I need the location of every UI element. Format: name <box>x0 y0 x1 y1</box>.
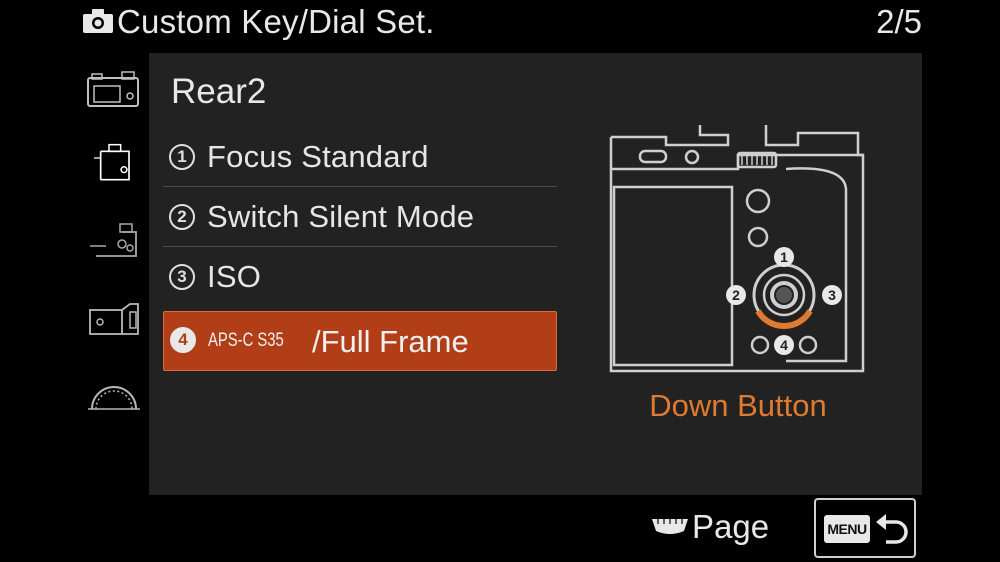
marker-1: 1 <box>780 249 788 265</box>
camera-body-side-icon[interactable] <box>86 143 142 183</box>
camera-back-diagram: 1 2 3 4 <box>609 125 865 373</box>
dial-icon[interactable] <box>86 377 142 417</box>
page-nav-hint[interactable]: Page <box>650 505 780 551</box>
menu-item-label: /Full Frame <box>312 324 469 359</box>
menu-back-button[interactable]: MENU <box>814 498 916 558</box>
menu-item-iso[interactable]: 3 ISO <box>163 249 557 307</box>
camera-body-top-icon[interactable] <box>86 70 142 110</box>
page-indicator: 2/5 <box>876 3 922 40</box>
item-number-badge: 3 <box>169 264 195 290</box>
back-arrow-icon <box>876 514 908 544</box>
menu-item-label-prefix: APS-C S35 <box>208 330 284 351</box>
camera-grip-icon[interactable] <box>86 298 142 338</box>
sidebar <box>78 55 148 495</box>
menu-item-label: Focus Standard <box>207 139 429 174</box>
item-number-badge: 2 <box>169 204 195 230</box>
section-title: Rear2 <box>171 72 267 111</box>
menu-item-aps-c-full-frame[interactable]: 4 APS-C S35 /Full Frame <box>163 311 557 371</box>
header: Custom Key/Dial Set. 2/5 <box>0 0 1000 46</box>
marker-3: 3 <box>828 287 836 303</box>
item-number-badge: 4 <box>170 327 196 353</box>
menu-item-focus-standard[interactable]: 1 Focus Standard <box>163 129 557 187</box>
main-panel: Rear2 1 Focus Standard 2 Switch Silent M… <box>149 53 922 495</box>
item-number-badge: 1 <box>169 144 195 170</box>
menu-item-label: Switch Silent Mode <box>207 199 475 234</box>
menu-item-label: ISO <box>207 259 262 294</box>
camera-icon <box>83 9 113 33</box>
page-title: Custom Key/Dial Set. <box>117 3 435 40</box>
marker-2: 2 <box>732 287 740 303</box>
marker-4: 4 <box>780 337 788 353</box>
page-label: Page <box>692 508 770 545</box>
camera-lens-icon[interactable] <box>86 220 142 260</box>
menu-chip: MENU <box>824 515 870 543</box>
menu-item-switch-silent-mode[interactable]: 2 Switch Silent Mode <box>163 189 557 247</box>
control-dial-icon <box>652 519 688 534</box>
button-caption: Down Button <box>649 388 827 423</box>
